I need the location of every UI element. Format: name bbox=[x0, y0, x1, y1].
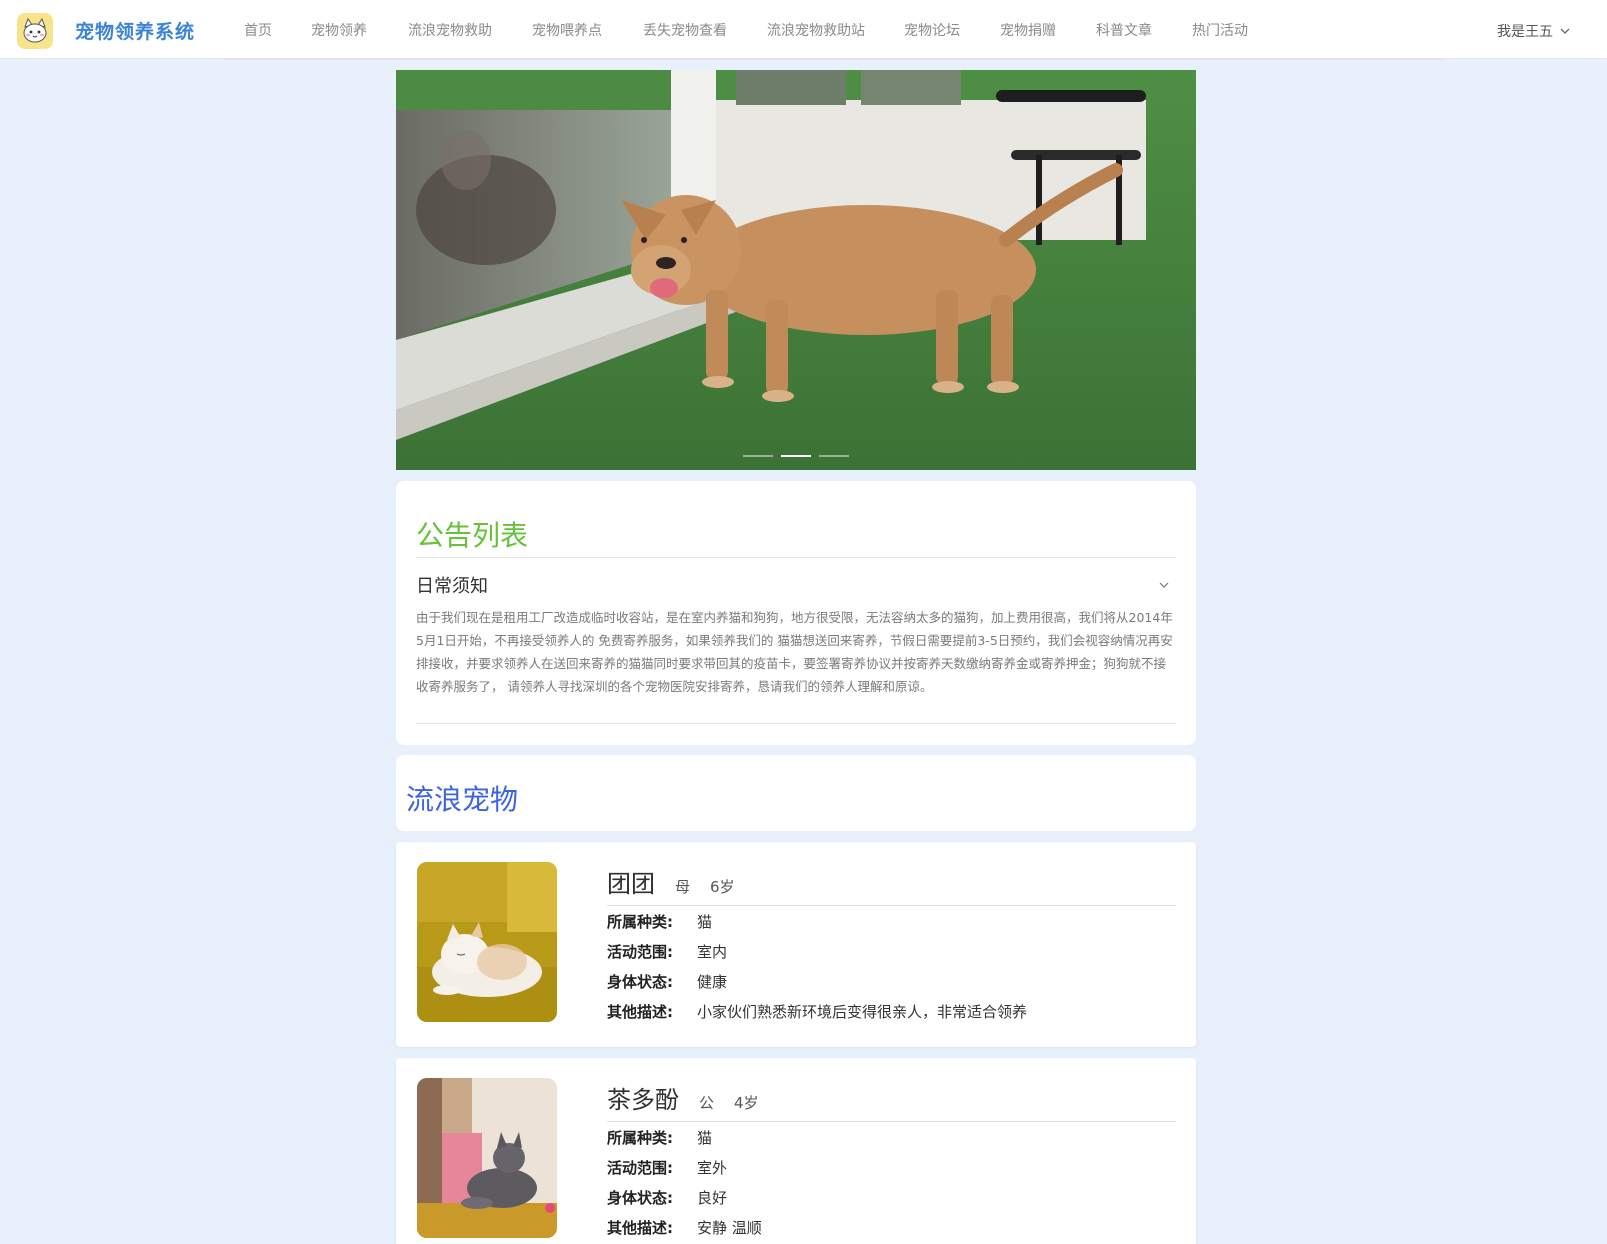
user-dropdown[interactable]: 我是王五 bbox=[1497, 21, 1571, 41]
notice-item-title: 日常须知 bbox=[416, 576, 488, 597]
pet-species-row: 所属种类: 猫 bbox=[607, 1122, 1176, 1152]
range-label: 活动范围: bbox=[607, 942, 673, 961]
pet-range-row: 活动范围: 室外 bbox=[607, 1152, 1176, 1182]
nav-stray-rescue[interactable]: 流浪宠物救助 bbox=[408, 20, 492, 40]
header-divider bbox=[225, 59, 1445, 60]
carousel-indicators bbox=[396, 455, 1196, 457]
notice-card: 公告列表 日常须知 由于我们现在是租用工厂改造成临时收容站，是在室内养猫和狗狗，… bbox=[396, 481, 1196, 745]
chevron-down-icon bbox=[1159, 582, 1169, 588]
notice-divider bbox=[416, 557, 1176, 558]
nav-lost-pets[interactable]: 丢失宠物查看 bbox=[643, 20, 727, 40]
pet-info: 团团 母 6岁 所属种类: 猫 活动范围: 室内 身体状态: 健康 其他描述: … bbox=[607, 864, 1176, 1026]
top-navbar: 宠物领养系统 首页 宠物领养 流浪宠物救助 宠物喂养点 丢失宠物查看 流浪宠物救… bbox=[0, 0, 1607, 60]
species-value: 猫 bbox=[697, 912, 713, 931]
notice-item-header[interactable]: 日常须知 bbox=[416, 571, 1176, 599]
pet-info: 茶多酚 公 4岁 所属种类: 猫 活动范围: 室外 身体状态: 良好 其他描述:… bbox=[607, 1080, 1176, 1242]
banner-dog-image bbox=[396, 70, 1196, 470]
desc-value: 小家伙们熟悉新环境后变得很亲人，非常适合领养 bbox=[697, 1002, 1028, 1021]
pet-range-row: 活动范围: 室内 bbox=[607, 936, 1176, 966]
stray-section-title: 流浪宠物 bbox=[406, 783, 519, 816]
pet-age: 6岁 bbox=[710, 878, 735, 896]
species-label: 所属种类: bbox=[607, 912, 673, 931]
health-value: 健康 bbox=[697, 972, 728, 991]
nav-home[interactable]: 首页 bbox=[244, 20, 272, 40]
range-label: 活动范围: bbox=[607, 1158, 673, 1177]
pet-photo[interactable] bbox=[417, 1078, 557, 1238]
pet-card[interactable]: 团团 母 6岁 所属种类: 猫 活动范围: 室内 身体状态: 健康 其他描述: … bbox=[396, 842, 1196, 1047]
notice-title: 公告列表 bbox=[416, 519, 529, 552]
chevron-down-icon bbox=[1560, 28, 1570, 34]
nav-hot-events[interactable]: 热门活动 bbox=[1192, 20, 1248, 40]
pet-age: 4岁 bbox=[734, 1094, 759, 1112]
notice-bottom-divider bbox=[416, 723, 1176, 724]
carousel-dot[interactable] bbox=[743, 455, 773, 457]
nav-articles[interactable]: 科普文章 bbox=[1096, 20, 1152, 40]
health-label: 身体状态: bbox=[607, 1188, 673, 1207]
pet-card[interactable]: 茶多酚 公 4岁 所属种类: 猫 活动范围: 室外 身体状态: 良好 其他描述:… bbox=[396, 1058, 1196, 1244]
health-value: 良好 bbox=[697, 1188, 728, 1207]
species-value: 猫 bbox=[697, 1128, 713, 1147]
desc-label: 其他描述: bbox=[607, 1002, 673, 1021]
nav-donation[interactable]: 宠物捐赠 bbox=[1000, 20, 1056, 40]
pet-species-row: 所属种类: 猫 bbox=[607, 906, 1176, 936]
notice-item-content: 由于我们现在是租用工厂改造成临时收容站，是在室内养猫和狗狗，地方很受限，无法容纳… bbox=[416, 610, 1173, 694]
cat-logo-icon[interactable] bbox=[17, 13, 53, 49]
pet-health-row: 身体状态: 健康 bbox=[607, 966, 1176, 996]
banner-carousel[interactable] bbox=[396, 70, 1196, 470]
user-name: 我是王五 bbox=[1497, 24, 1553, 40]
pet-desc-row: 其他描述: 小家伙们熟悉新环境后变得很亲人，非常适合领养 bbox=[607, 996, 1176, 1026]
carousel-dot[interactable] bbox=[819, 455, 849, 457]
site-brand[interactable]: 宠物领养系统 bbox=[75, 17, 195, 44]
range-value: 室外 bbox=[697, 1158, 728, 1177]
nav-pet-adoption[interactable]: 宠物领养 bbox=[311, 20, 367, 40]
health-label: 身体状态: bbox=[607, 972, 673, 991]
stray-section-header: 流浪宠物 bbox=[396, 755, 1196, 831]
pet-sex: 公 bbox=[699, 1094, 715, 1112]
pet-name: 团团 bbox=[607, 870, 655, 898]
pet-photo[interactable] bbox=[417, 862, 557, 1022]
carousel-dot-active[interactable] bbox=[781, 455, 811, 457]
nav-feeding-points[interactable]: 宠物喂养点 bbox=[532, 20, 602, 40]
pet-health-row: 身体状态: 良好 bbox=[607, 1182, 1176, 1212]
pet-desc-row: 其他描述: 安静 温顺 bbox=[607, 1212, 1176, 1242]
nav-forum[interactable]: 宠物论坛 bbox=[904, 20, 960, 40]
range-value: 室内 bbox=[697, 942, 728, 961]
pet-sex: 母 bbox=[675, 878, 691, 896]
species-label: 所属种类: bbox=[607, 1128, 673, 1147]
pet-header: 团团 母 6岁 bbox=[607, 864, 1176, 906]
desc-label: 其他描述: bbox=[607, 1218, 673, 1237]
pet-name: 茶多酚 bbox=[607, 1086, 679, 1114]
desc-value: 安静 温顺 bbox=[697, 1218, 762, 1237]
nav-rescue-stations[interactable]: 流浪宠物救助站 bbox=[767, 20, 865, 40]
pet-header: 茶多酚 公 4岁 bbox=[607, 1080, 1176, 1122]
